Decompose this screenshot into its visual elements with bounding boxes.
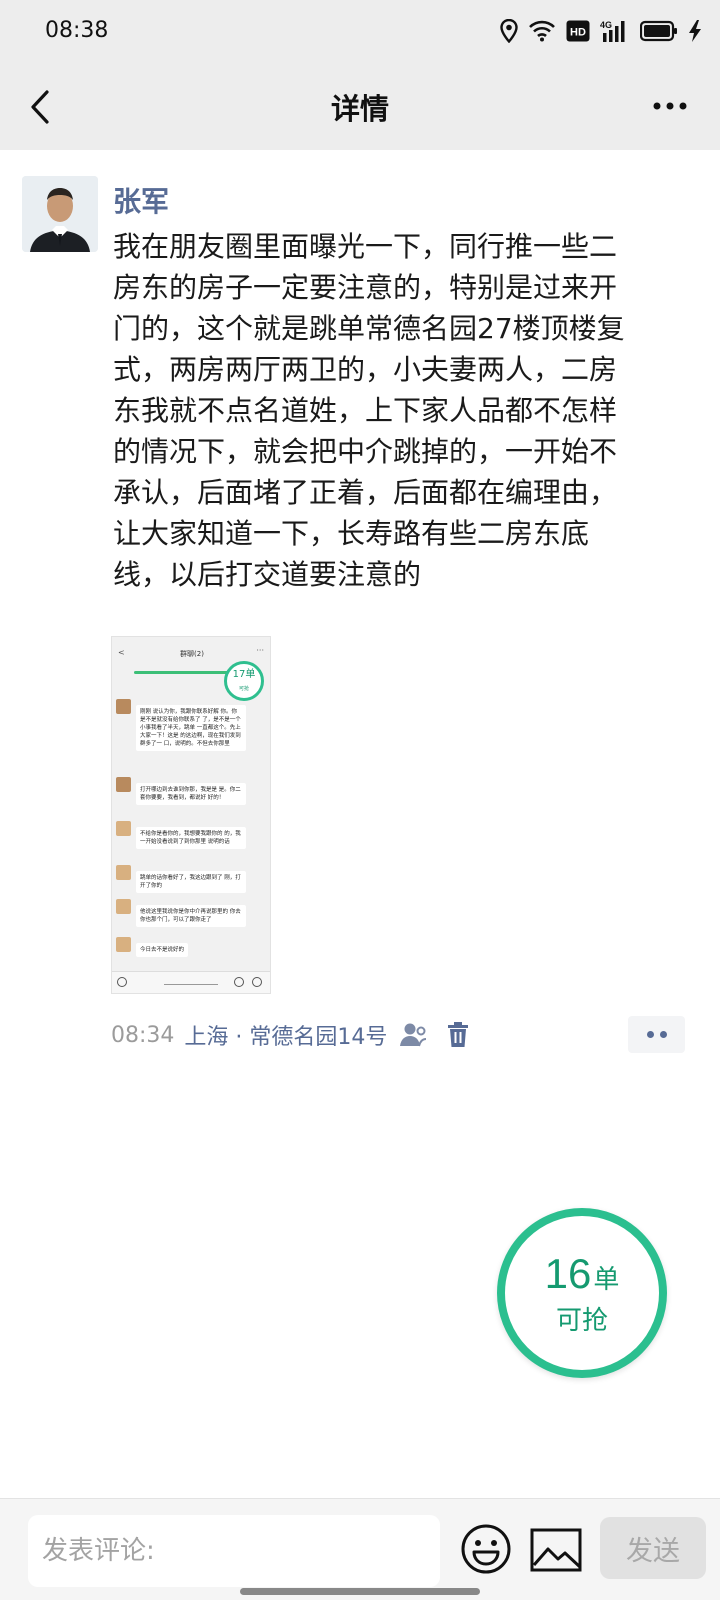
thumb-voice-icon (117, 977, 127, 987)
thumb-message-text: 刚刚 说认为你，我跟你联系好解 你。你是不是就没有给你联系了 了，是不是一个小事… (136, 705, 246, 751)
thumb-message: 跳单的话你看好了，我这边跟到了 刚，打开了你的 (116, 863, 266, 893)
send-button[interactable]: 发送 (600, 1517, 706, 1579)
comment-input-wrapper (28, 1515, 440, 1587)
thumb-progress-line (134, 671, 234, 674)
thumb-message-text: 他说这里我说你是你中介再说那里的 你去你也那个门，可以了跟你走了 (136, 905, 246, 927)
thumb-more-icon: ··· (256, 646, 264, 655)
thumb-message-text: 打开哪边到去谁到你那，我是是 是。你二套你要要，我看到，都说好 好的！ (136, 783, 246, 805)
thumb-title: 群聊(2) (180, 650, 204, 658)
post-username[interactable]: 张军 (113, 180, 169, 220)
image-icon (530, 1528, 582, 1572)
emoji-button[interactable] (460, 1523, 512, 1575)
thumb-message: 今日去不是说好的 (116, 935, 266, 957)
location-icon (500, 19, 518, 43)
nav-bar: 详情 (0, 64, 720, 150)
post-meta: 08:34 上海 · 常德名园14号 (111, 1018, 487, 1052)
post-image-thumbnail[interactable]: < 群聊(2) ··· 17单 可抢 刚刚 说认为你，我跟你联系好解 你。你是不… (111, 636, 271, 994)
status-time: 08:38 (45, 18, 109, 43)
charging-icon (688, 19, 702, 43)
thumb-emoji-icon (234, 977, 244, 987)
post-location[interactable]: 上海 · 常德名园14号 (184, 1019, 387, 1051)
more-dot (646, 1031, 654, 1038)
thumb-avatar (116, 821, 131, 836)
svg-text:4G: 4G (600, 20, 612, 30)
thumb-message: 打开哪边到去谁到你那，我是是 是。你二套你要要，我看到，都说好 好的！ (116, 775, 266, 815)
page-title: 详情 (330, 92, 389, 126)
thumb-avatar (116, 865, 131, 880)
grab-orders-label: 可抢 (555, 1305, 608, 1336)
thumb-avatar (116, 937, 131, 952)
thumb-badge-sub: 可抢 (238, 686, 249, 692)
thumb-avatar (116, 899, 131, 914)
comment-input[interactable] (28, 1515, 440, 1587)
smile-emoji-icon (461, 1524, 511, 1574)
post-more-button[interactable] (628, 1016, 685, 1053)
post-time: 08:34 (111, 1022, 175, 1048)
avatar[interactable] (22, 176, 98, 252)
more-horizontal-icon (653, 102, 687, 110)
svg-text:HD: HD (570, 27, 586, 39)
more-button[interactable] (640, 86, 700, 126)
thumb-plus-icon (252, 977, 262, 987)
thumb-input-line (164, 984, 218, 985)
thumb-avatar (116, 777, 131, 792)
more-dot (659, 1031, 667, 1038)
thumb-message: 刚刚 说认为你，我跟你联系好解 你。你是不是就没有给你联系了 了，是不是一个小事… (116, 697, 266, 769)
hd-icon: HD (566, 20, 590, 42)
grab-orders-count: 16 (544, 1249, 592, 1297)
thumb-message-text: 今日去不是说好的 (136, 943, 189, 957)
person-visibility-icon[interactable] (399, 1022, 429, 1048)
grab-orders-unit: 单 (593, 1264, 620, 1295)
thumb-message: 他说这里我说你是你中介再说那里的 你去你也那个门，可以了跟你走了 (116, 897, 266, 931)
grab-orders-button[interactable]: 16 单 可抢 (497, 1208, 667, 1378)
status-icons: HD 4G (500, 16, 702, 46)
wifi-icon (528, 20, 556, 42)
thumb-badge: 17单 可抢 (224, 661, 264, 701)
trash-icon[interactable] (447, 1022, 469, 1048)
comment-bar: 发送 (0, 1498, 720, 1600)
thumb-avatar (116, 699, 131, 714)
thumb-message-text: 不给你是看你的，我想要我跟你的 的，我一开始没看说到了到你那里 说明的话 (136, 827, 246, 849)
home-indicator[interactable] (240, 1588, 480, 1595)
battery-icon (640, 20, 678, 42)
post-text: 我在朋友圈里面曝光一下，同行推一些二 房东的房子一定要注意的，特别是过来开 门的… (113, 230, 625, 591)
thumb-badge-number: 17单 (232, 669, 256, 680)
thumb-message-text: 跳单的话你看好了，我这边跟到了 刚，打开了你的 (136, 871, 246, 893)
image-button[interactable] (530, 1527, 582, 1573)
signal-4g-icon: 4G (600, 19, 630, 43)
thumb-message: 不给你是看你的，我想要我跟你的 的，我一开始没看说到了到你那里 说明的话 (116, 819, 266, 859)
status-bar: 08:38 HD 4G (0, 0, 720, 64)
thumb-input-bar (112, 971, 270, 993)
